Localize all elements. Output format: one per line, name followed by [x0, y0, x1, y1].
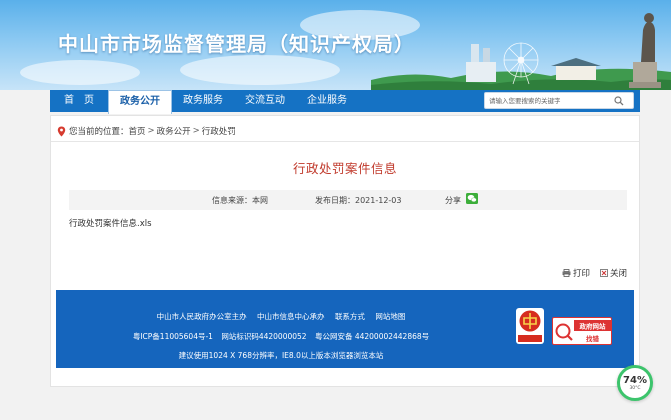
- cloud-decoration: [180, 55, 340, 85]
- breadcrumb: 您当前的位置： 首页 > 政务公开 > 行政处罚: [57, 124, 236, 138]
- breadcrumb-gov-affairs[interactable]: 政务公开: [157, 125, 191, 137]
- icp-number[interactable]: 粤ICP备11005604号-1: [133, 332, 213, 341]
- print-button[interactable]: 打印: [562, 267, 590, 279]
- performance-widget[interactable]: 74% 30°C: [617, 365, 653, 401]
- info-source: 信息来源：本网: [212, 196, 268, 205]
- city-scenery-illustration: [371, 13, 671, 90]
- site-title: 中山市市场监督管理局（知识产权局）: [58, 32, 415, 56]
- divider: [51, 141, 639, 142]
- perf-temp: 30°C: [629, 385, 641, 391]
- footer-registration: 粤ICP备11005604号-1 网站标识码4420000052 粤公网安备 4…: [56, 331, 506, 342]
- party-gov-emblem-icon: [518, 310, 542, 342]
- magnifier-badge-icon: 政府网站 找错: [555, 320, 611, 343]
- article-meta-bar: 信息来源：本网 发布日期：2021-12-03 分享: [69, 190, 627, 210]
- print-label: 打印: [572, 269, 590, 279]
- footer-link-organizer[interactable]: 中山市信息中心承办: [257, 312, 325, 321]
- share-label[interactable]: 分享: [445, 195, 461, 206]
- article-title: 行政处罚案件信息: [292, 161, 397, 176]
- nav-gov-affairs[interactable]: 政务公开: [108, 90, 172, 114]
- close-icon: [600, 269, 608, 277]
- badge-gov-line1: 政府网站: [580, 322, 607, 331]
- search-icon: [614, 95, 624, 105]
- site-footer: 中山市人民政府办公室主办 中山市信息中心承办 联系方式 网站地图 粤ICP备11…: [56, 290, 634, 368]
- footer-link-sitemap[interactable]: 网站地图: [375, 312, 405, 321]
- footer-link-contact[interactable]: 联系方式: [335, 312, 365, 321]
- breadcrumb-home[interactable]: 首页: [129, 125, 146, 137]
- search-box: [484, 92, 634, 109]
- site-code: 网站标识码4420000052: [221, 332, 307, 341]
- gov-site-error-report-badge[interactable]: 政府网站 找错: [552, 317, 612, 345]
- attachment-link[interactable]: 行政处罚案件信息.xls: [69, 217, 152, 229]
- footer-link-host[interactable]: 中山市人民政府办公室主办: [157, 312, 247, 321]
- party-gov-badge[interactable]: [516, 308, 544, 344]
- close-button[interactable]: 关闭: [600, 267, 627, 279]
- wechat-share-icon[interactable]: [466, 193, 478, 204]
- nav-interaction[interactable]: 交流互动: [234, 90, 296, 112]
- breadcrumb-separator: >: [147, 126, 155, 136]
- search-button[interactable]: [611, 93, 627, 108]
- location-pin-icon: [57, 126, 66, 136]
- browser-note: 建议使用1024 X 768分辨率，IE8.0以上版本浏览器浏览本站: [178, 351, 384, 360]
- close-label: 关闭: [609, 269, 627, 279]
- nav-enterprise-services[interactable]: 企业服务: [296, 90, 358, 112]
- nav-home[interactable]: 首 页: [50, 90, 108, 112]
- footer-links: 中山市人民政府办公室主办 中山市信息中心承办 联系方式 网站地图: [56, 311, 506, 322]
- breadcrumb-separator: >: [192, 126, 200, 136]
- search-input[interactable]: [485, 96, 611, 105]
- perf-percent: 74%: [623, 374, 647, 386]
- badge-gov-line2: 找错: [586, 334, 600, 343]
- nav-gov-services[interactable]: 政务服务: [172, 90, 234, 112]
- breadcrumb-penalty[interactable]: 行政处罚: [202, 125, 236, 137]
- printer-icon: [562, 269, 571, 277]
- publish-date: 发布日期：2021-12-03: [315, 196, 402, 205]
- article-tools: 打印 关闭: [562, 267, 627, 279]
- police-registration[interactable]: 粤公网安备 44200002442868号: [315, 332, 429, 341]
- header-banner: 中山市市场监督管理局（知识产权局）: [0, 0, 671, 90]
- main-nav: 首 页 政务公开 政务服务 交流互动 企业服务: [50, 90, 640, 114]
- breadcrumb-prefix: 您当前的位置：: [69, 127, 129, 137]
- cloud-decoration: [20, 60, 140, 85]
